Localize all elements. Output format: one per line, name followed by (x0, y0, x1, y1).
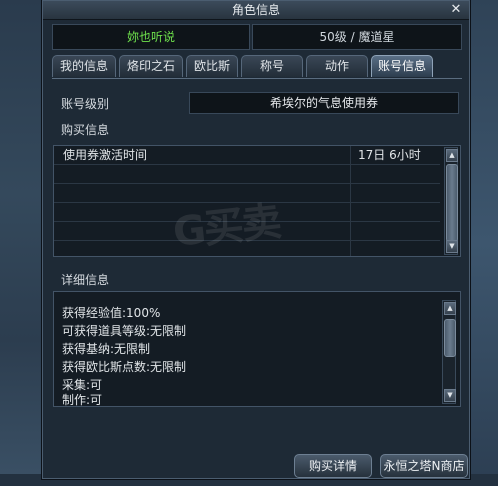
character-info-window: 角色信息 ✕ 妳也听说 50级 / 魔道星 我的信息 烙印之石 欧比斯 称号 动… (42, 0, 470, 479)
scroll-thumb[interactable] (446, 164, 458, 242)
table-row[interactable] (54, 165, 440, 184)
detail-line: 获得欧比斯点数:无限制 (62, 360, 187, 374)
detail-scrollbar[interactable]: ▲ ▼ (442, 300, 456, 404)
detail-line: 制作:可 (62, 393, 103, 407)
scroll-up-icon[interactable]: ▲ (444, 302, 456, 315)
tab-title[interactable]: 称号 (241, 55, 303, 77)
window-title: 角色信息 (231, 3, 280, 17)
scroll-down-icon[interactable]: ▼ (446, 240, 458, 253)
tab-obis[interactable]: 欧比斯 (186, 55, 238, 77)
shop-button[interactable]: 永恒之塔N商店 (380, 454, 468, 478)
scroll-down-icon[interactable]: ▼ (444, 389, 456, 402)
purchase-value: 17日 6小时 (358, 148, 421, 162)
detail-info-label: 详细信息 (61, 273, 110, 287)
detail-line: 可获得道具等级:无限制 (62, 324, 187, 338)
window-titlebar[interactable]: 角色信息 ✕ (43, 1, 469, 20)
scroll-thumb[interactable] (444, 319, 456, 357)
purchase-scrollbar[interactable]: ▲ ▼ (444, 147, 458, 255)
game-background-left (0, 0, 42, 486)
account-level-value: 希埃尔的气息使用券 (189, 92, 459, 114)
detail-line: 获得基纳:无限制 (62, 342, 151, 356)
purchase-details-button[interactable]: 购买详情 (294, 454, 372, 478)
character-name: 妳也听说 (52, 24, 250, 50)
purchase-item: 使用券激活时间 (63, 148, 148, 162)
scroll-up-icon[interactable]: ▲ (446, 149, 458, 162)
detail-line: 获得经验值:100% (62, 306, 161, 320)
purchase-info-label: 购买信息 (61, 123, 110, 137)
tab-account-info[interactable]: 账号信息 (371, 55, 433, 77)
table-row[interactable]: 使用券激活时间 17日 6小时 (54, 146, 440, 165)
character-summary: 妳也听说 50级 / 魔道星 (52, 24, 462, 50)
tab-brand-stone[interactable]: 烙印之石 (119, 55, 183, 77)
character-level-class: 50级 / 魔道星 (252, 24, 462, 50)
close-icon[interactable]: ✕ (449, 2, 463, 17)
detail-info-panel: 获得经验值:100% 可获得道具等级:无限制 获得基纳:无限制 获得欧比斯点数:… (53, 291, 461, 407)
tab-divider (52, 78, 462, 79)
tab-bar: 我的信息 烙印之石 欧比斯 称号 动作 账号信息 (52, 55, 436, 78)
tab-my-info[interactable]: 我的信息 (52, 55, 116, 77)
account-level-label: 账号级别 (61, 97, 110, 111)
tab-emote[interactable]: 动作 (306, 55, 368, 77)
